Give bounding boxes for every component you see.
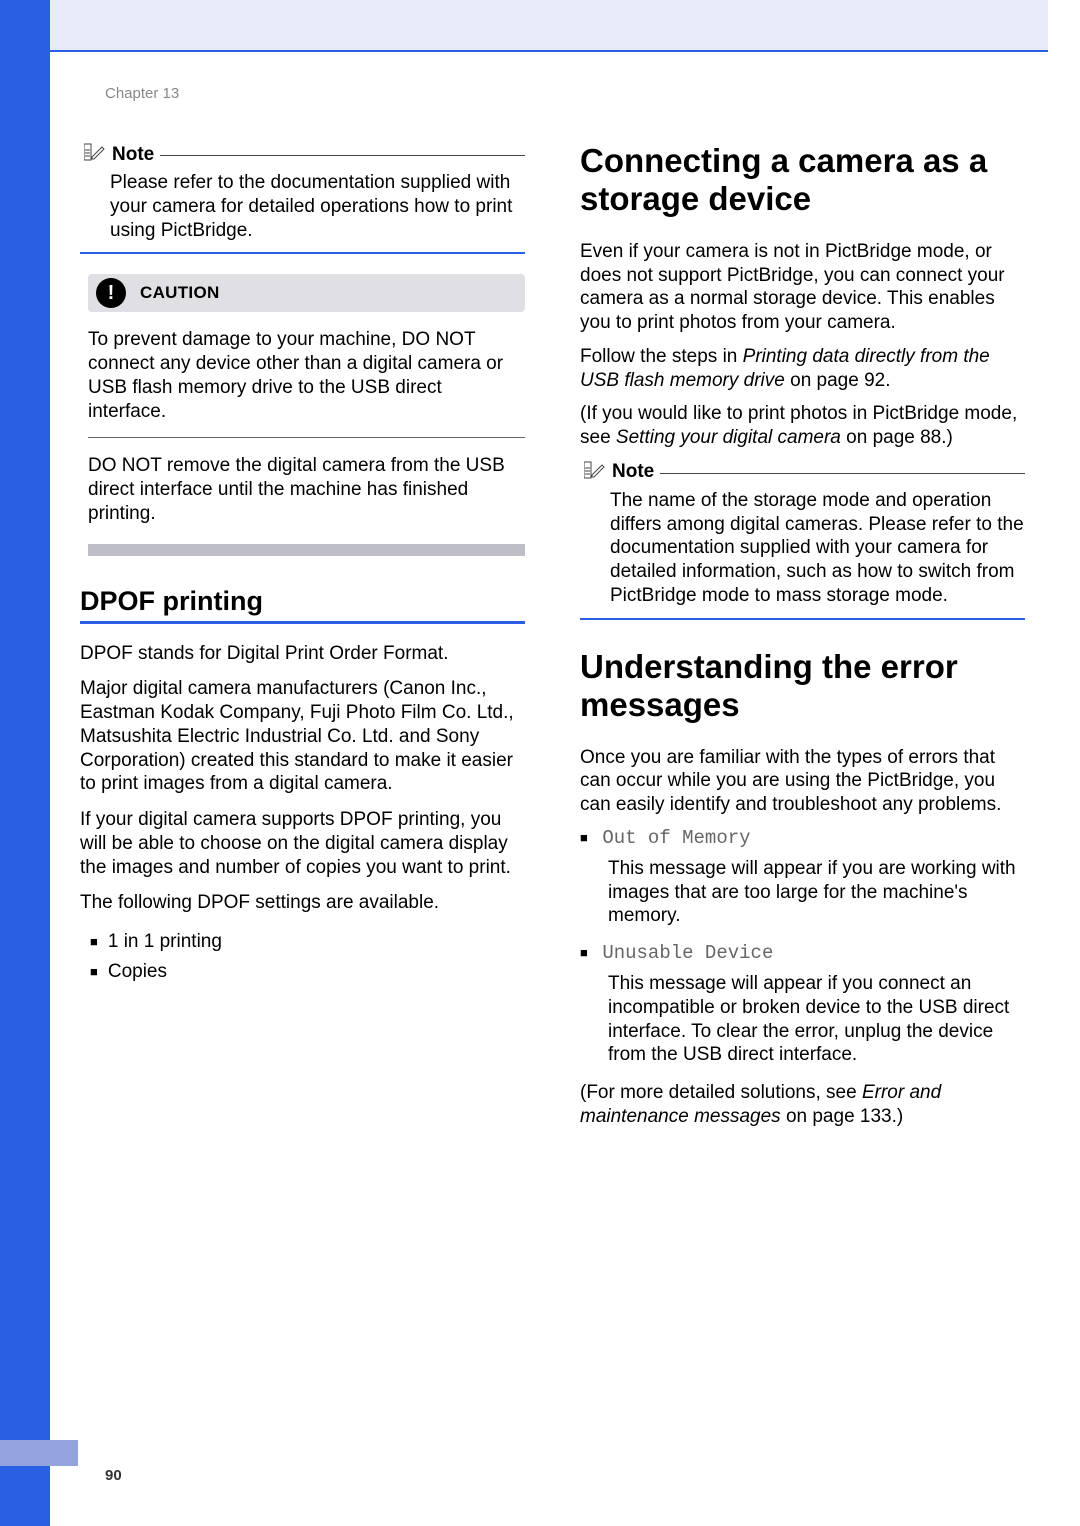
cross-ref: Setting your digital camera [616, 427, 841, 448]
errors-intro: Once you are familiar with the types of … [580, 746, 1025, 817]
errors-outro: (For more detailed solutions, see Error … [580, 1081, 1025, 1129]
error-description: This message will appear if you are work… [608, 857, 1025, 928]
caution-end-bar [88, 544, 525, 556]
caution-divider [88, 437, 525, 438]
error-code: Out of Memory [602, 827, 750, 849]
errors-heading: Understanding the error messages [580, 648, 1025, 724]
note-end-rule [80, 252, 525, 254]
note-label: Note [612, 461, 654, 483]
dpof-heading: DPOF printing [80, 586, 525, 617]
error-description: This message will appear if you connect … [608, 972, 1025, 1067]
page-header-band [50, 0, 1048, 50]
caution-paragraph-2: DO NOT remove the digital camera from th… [88, 454, 525, 525]
chapter-label: Chapter 13 [105, 85, 179, 102]
caution-paragraph-1: To prevent damage to your machine, DO NO… [88, 328, 525, 423]
note-body: Please refer to the documentation suppli… [110, 171, 525, 242]
content-area: Note Please refer to the documentation s… [80, 142, 1048, 1139]
dpof-p4: The following DPOF settings are availabl… [80, 891, 525, 915]
note-rule [160, 155, 525, 156]
caution-label: CAUTION [140, 283, 220, 303]
note-header: Note [584, 460, 1025, 485]
list-item: 1 in 1 printing [90, 927, 525, 957]
section-rule [80, 621, 525, 624]
left-column: Note Please refer to the documentation s… [80, 142, 525, 1139]
note-body: The name of the storage mode and operati… [610, 489, 1025, 608]
pencil-note-icon [84, 142, 106, 167]
connecting-heading: Connecting a camera as a storage device [580, 142, 1025, 218]
connecting-p3: (If you would like to print photos in Pi… [580, 402, 1025, 450]
dpof-p2: Major digital camera manufacturers (Cano… [80, 677, 525, 796]
page-header-rule [50, 50, 1048, 52]
error-item: Unusable Device This message will appear… [580, 942, 1025, 1067]
connecting-p1: Even if your camera is not in PictBridge… [580, 240, 1025, 335]
error-list: Out of Memory This message will appear i… [580, 827, 1025, 1067]
dpof-settings-list: 1 in 1 printing Copies [90, 927, 525, 988]
page-blue-sidebar [0, 0, 50, 1526]
dpof-p1: DPOF stands for Digital Print Order Form… [80, 642, 525, 666]
note-header: Note [84, 142, 525, 167]
error-item: Out of Memory This message will appear i… [580, 827, 1025, 928]
right-column: Connecting a camera as a storage device … [580, 142, 1025, 1139]
caution-icon: ! [96, 278, 126, 308]
pencil-note-icon [584, 460, 606, 485]
note-end-rule [580, 618, 1025, 620]
note-rule [660, 473, 1025, 474]
dpof-p3: If your digital camera supports DPOF pri… [80, 808, 525, 879]
list-item: Copies [90, 957, 525, 987]
page-number: 90 [105, 1467, 122, 1484]
connecting-p2: Follow the steps in Printing data direct… [580, 345, 1025, 393]
page-footer-tab [0, 1440, 78, 1466]
caution-header: ! CAUTION [88, 274, 525, 312]
note-label: Note [112, 144, 154, 166]
error-code: Unusable Device [602, 942, 773, 964]
